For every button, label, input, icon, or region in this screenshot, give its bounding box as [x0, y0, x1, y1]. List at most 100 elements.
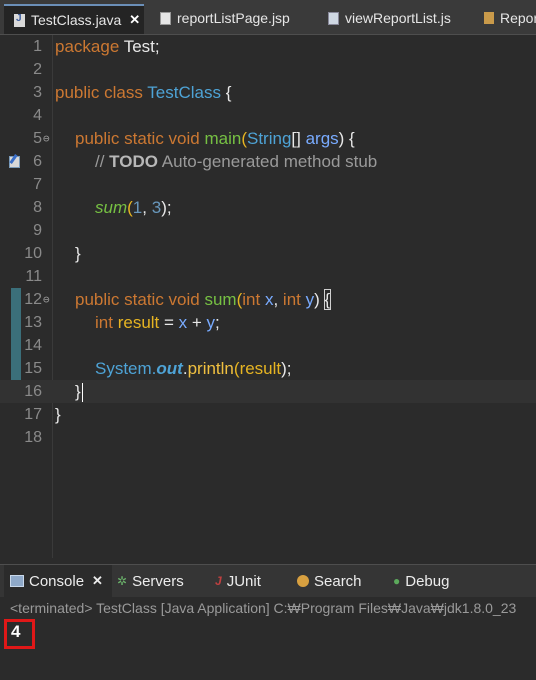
tab-reportlistpage-jsp[interactable]: reportListPage.jsp [150, 4, 290, 32]
code-text: + [187, 313, 207, 332]
number-literal: 1 [132, 198, 143, 217]
line-number: 10 [24, 245, 42, 262]
code-line: 14 [0, 334, 536, 357]
keyword: public class [55, 83, 143, 102]
code-line: 9 [0, 219, 536, 242]
class-name: TestClass [147, 83, 221, 102]
class-name: System. [95, 359, 157, 378]
line-number: 6 [33, 153, 42, 170]
fold-collapse-icon[interactable]: ⊖ [43, 127, 50, 150]
code-text: [] [291, 129, 306, 148]
line-number: 17 [24, 406, 42, 423]
variable-name: result [117, 313, 160, 332]
line-number: 7 [33, 176, 42, 193]
debug-icon: ● [393, 574, 401, 588]
line-number: 8 [33, 199, 42, 216]
code-line: 1 package Test; [0, 35, 536, 58]
code-line: 13 int result = x + y; [0, 311, 536, 334]
code-text: ) [314, 290, 325, 309]
tab-label: Debug [405, 572, 450, 590]
code-line: 12 ⊖ public static void sum(int x, int y… [0, 288, 536, 311]
tab-label: viewReportList.js [345, 10, 451, 26]
code-text: } [55, 405, 61, 424]
comment: // [95, 152, 110, 171]
number-literal: 3 [151, 198, 162, 217]
tab-junit[interactable]: J JUnit [215, 565, 261, 597]
keyword: int [95, 313, 113, 332]
code-text: } [75, 382, 81, 401]
code-text: ); [161, 198, 172, 217]
comment: Auto-generated method stub [157, 152, 378, 171]
type-name: String [247, 129, 292, 148]
junit-icon: J [215, 574, 222, 588]
parameter-name: args [305, 129, 339, 148]
search-icon [297, 575, 309, 587]
java-file-icon [14, 13, 25, 27]
code-text: , [142, 198, 152, 217]
line-number: 13 [24, 314, 42, 331]
line-number: 3 [33, 84, 42, 101]
line-number: 5 [33, 130, 42, 147]
code-text: ; [215, 313, 220, 332]
code-text: ); [281, 359, 292, 378]
tab-label: Console [29, 572, 85, 590]
close-tab-icon[interactable]: ✕ [92, 573, 103, 589]
code-text: ) { [338, 129, 355, 148]
tab-label: reportListPage.jsp [177, 10, 290, 26]
console-output-area[interactable]: 4 [0, 619, 536, 680]
editor-tab-bar: TestClass.java ✕ reportListPage.jsp view… [0, 0, 536, 35]
todo-tag: TODO [109, 152, 158, 171]
code-text: } [75, 244, 81, 263]
code-line: 3 public class TestClass { [0, 81, 536, 104]
js-file-icon [328, 11, 339, 25]
code-line: 15 System.out.println(result); [0, 357, 536, 380]
code-line-current: 16 } [0, 380, 536, 403]
tab-servers[interactable]: ✲ Servers [117, 565, 184, 597]
line-number: 15 [24, 360, 42, 377]
keyword: int [282, 290, 301, 309]
code-line: 11 [0, 265, 536, 288]
code-line: 4 [0, 104, 536, 127]
parameter-name: y [305, 290, 315, 309]
tab-label: Servers [132, 572, 184, 590]
fold-collapse-icon[interactable]: ⊖ [43, 288, 50, 311]
close-tab-icon[interactable]: ✕ [129, 12, 140, 28]
code-line: 5 ⊖ public static void main(String[] arg… [0, 127, 536, 150]
method-call: println [187, 359, 234, 378]
code-line: 18 [0, 426, 536, 449]
code-text: , [273, 290, 283, 309]
method-name: sum [204, 290, 237, 309]
console-output-text: 4 [11, 622, 21, 641]
code-line: 8 sum(1, 3); [0, 196, 536, 219]
line-number: 12 [24, 291, 42, 308]
line-number: 2 [33, 61, 42, 78]
code-editor[interactable]: 1 package Test; 2 3 public class TestCla… [0, 35, 536, 558]
line-number: 1 [33, 38, 42, 55]
servers-icon: ✲ [117, 574, 128, 588]
console-icon [10, 575, 24, 587]
tab-testclass-java[interactable]: TestClass.java ✕ [4, 4, 144, 34]
parameter-name: x [178, 313, 188, 332]
keyword: public static void [75, 290, 200, 309]
tab-label: TestClass.java [31, 12, 122, 28]
parameter-name: y [206, 313, 216, 332]
code-line: 2 [0, 58, 536, 81]
console-status: <terminated> TestClass [Java Application… [10, 600, 517, 616]
tab-debug[interactable]: ● Debug [393, 565, 449, 597]
tab-report[interactable]: Repor [474, 4, 536, 32]
tab-search[interactable]: Search [297, 565, 362, 597]
keyword: public static void [75, 129, 200, 148]
code-line: 7 [0, 173, 536, 196]
keyword: package [55, 37, 120, 56]
tab-label: JUnit [226, 572, 261, 590]
code-text: = [159, 313, 179, 332]
line-number: 4 [33, 107, 42, 124]
tab-viewreportlist-js[interactable]: viewReportList.js [318, 4, 451, 32]
report-file-icon [484, 12, 494, 24]
tab-label: Repor [500, 10, 536, 26]
text-cursor [81, 383, 83, 403]
tab-console[interactable]: Console ✕ [4, 565, 112, 597]
keyword: int [242, 290, 261, 309]
code-text: Test; [119, 37, 160, 56]
line-number: 11 [25, 268, 42, 285]
